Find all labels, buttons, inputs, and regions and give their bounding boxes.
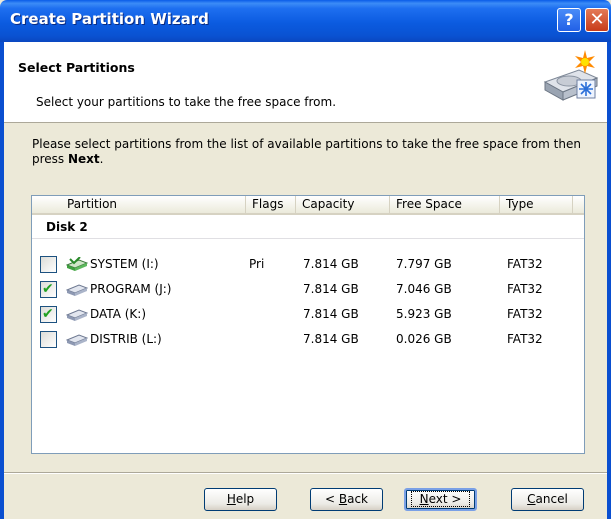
partition-name: DATA (K:) [90, 307, 147, 321]
partition-type: FAT32 [507, 282, 543, 296]
partition-free-space: 5.923 GB [396, 307, 452, 321]
partition-row-data[interactable]: ✔ DATA (K:) 7.814 GB 5.923 GB FAT32 [32, 305, 584, 327]
col-flags[interactable]: Flags [246, 196, 296, 213]
partition-type: FAT32 [507, 332, 543, 346]
header-subtitle: Select your partitions to take the free … [36, 95, 337, 109]
help-icon[interactable]: ? [557, 8, 581, 32]
partition-row-system[interactable]: SYSTEM (I:) Pri 7.814 GB 7.797 GB FAT32 [32, 255, 584, 277]
col-type[interactable]: Type [500, 196, 573, 213]
group-disk-2: Disk 2 [46, 220, 88, 234]
checkbox-program[interactable]: ✔ [40, 281, 57, 298]
partition-capacity: 7.814 GB [303, 257, 359, 271]
partition-capacity: 7.814 GB [303, 332, 359, 346]
partition-flags: Pri [249, 257, 265, 271]
partition-list[interactable]: Partition Flags Capacity Free Space Type… [31, 195, 585, 454]
partition-name: SYSTEM (I:) [90, 257, 159, 271]
back-button[interactable]: < Back [310, 488, 383, 511]
header-title: Select Partitions [18, 60, 135, 75]
wizard-header: Select Partitions Select your partitions… [4, 42, 607, 123]
partition-row-distrib[interactable]: DISTRIB (L:) 7.814 GB 0.026 GB FAT32 [32, 330, 584, 352]
disk-icon [66, 284, 88, 296]
disk-icon [66, 309, 88, 321]
partition-name: PROGRAM (J:) [90, 282, 172, 296]
disk-icon [66, 334, 88, 346]
disk-wizard-icon [543, 50, 599, 101]
partition-capacity: 7.814 GB [303, 282, 359, 296]
group-divider [32, 238, 584, 239]
cancel-button[interactable]: Cancel [511, 488, 584, 511]
intro-next-word: Next [68, 152, 100, 166]
close-icon[interactable]: ✕ [585, 8, 609, 32]
footer-divider-highlight [4, 473, 607, 474]
checkbox-system[interactable] [40, 256, 57, 273]
col-free-space[interactable]: Free Space [390, 196, 500, 213]
help-button[interactable]: Help [204, 488, 277, 511]
partition-capacity: 7.814 GB [303, 307, 359, 321]
partition-type: FAT32 [507, 307, 543, 321]
window-border-right [607, 42, 611, 519]
partition-row-program[interactable]: ✔ PROGRAM (J:) 7.814 GB 7.046 GB FAT32 [32, 280, 584, 302]
check-icon: ✔ [42, 281, 54, 297]
checkbox-data[interactable]: ✔ [40, 306, 57, 323]
partition-type: FAT32 [507, 257, 543, 271]
partition-free-space: 7.797 GB [396, 257, 452, 271]
check-icon: ✔ [42, 306, 54, 322]
partition-free-space: 0.026 GB [396, 332, 452, 346]
checkbox-distrib[interactable] [40, 331, 57, 348]
intro-text: Please select partitions from the list o… [32, 137, 581, 166]
partition-name: DISTRIB (L:) [90, 332, 162, 346]
partition-free-space: 7.046 GB [396, 282, 452, 296]
window-title: Create Partition Wizard [10, 10, 209, 28]
column-header: Partition Flags Capacity Free Space Type [32, 196, 584, 215]
wizard-window: Create Partition Wizard ? ✕ Select Parti… [0, 0, 611, 519]
col-partition[interactable]: Partition [61, 196, 246, 213]
col-capacity[interactable]: Capacity [296, 196, 390, 213]
title-bar[interactable]: Create Partition Wizard ? ✕ [0, 0, 611, 42]
next-button[interactable]: Next > [404, 488, 477, 511]
system-disk-icon [66, 257, 88, 271]
